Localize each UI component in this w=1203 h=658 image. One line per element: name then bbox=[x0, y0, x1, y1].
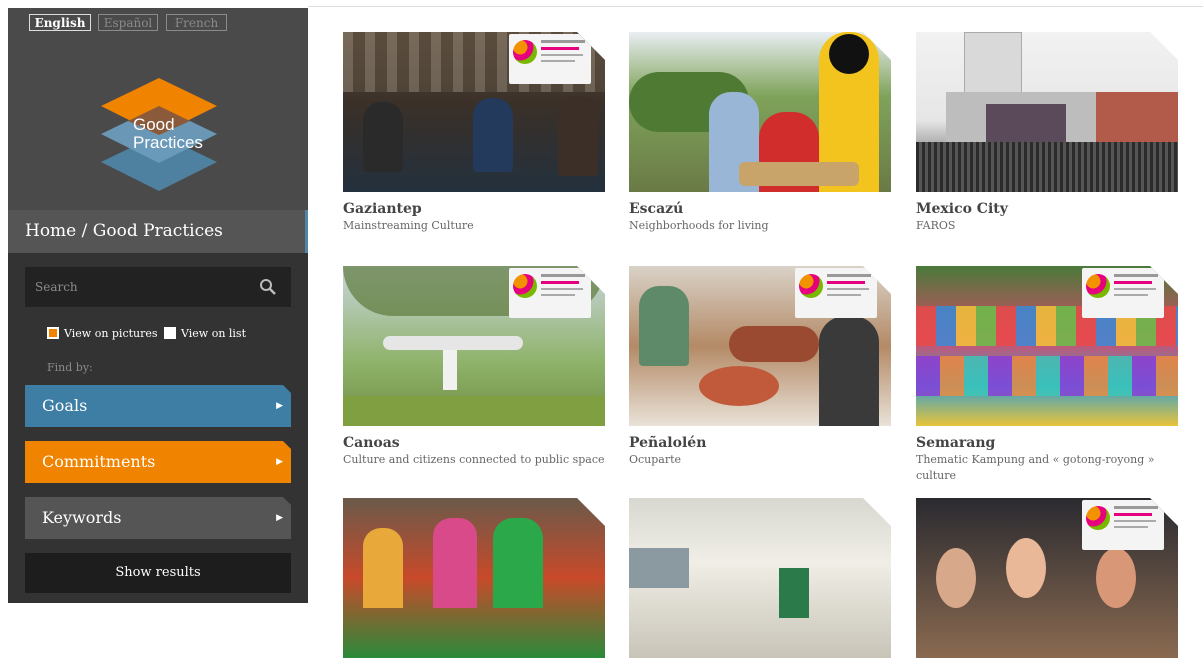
list-checkbox[interactable] bbox=[164, 327, 176, 339]
breadcrumb[interactable]: Home / Good Practices bbox=[8, 210, 308, 253]
practice-card-row3-2[interactable] bbox=[629, 498, 891, 658]
card-city: Escazú bbox=[629, 201, 684, 217]
filter-corner bbox=[283, 441, 291, 449]
filter-keywords-label: Keywords bbox=[42, 508, 122, 527]
award-badge bbox=[795, 268, 877, 318]
award-badge bbox=[1082, 500, 1164, 550]
sidebar: English Español French Good Practices Ho… bbox=[8, 8, 308, 603]
award-badge bbox=[509, 34, 591, 84]
practice-photo[interactable] bbox=[629, 266, 891, 426]
filter-keywords[interactable]: Keywords ▶ bbox=[25, 497, 291, 539]
card-city: Mexico City bbox=[916, 201, 1008, 217]
card-subtitle: FAROS bbox=[916, 219, 956, 232]
chevron-right-icon: ▶ bbox=[276, 401, 283, 411]
logo-text-good: Good bbox=[133, 115, 175, 134]
card-city: Gaziantep bbox=[343, 201, 422, 217]
practice-card-row3-1[interactable] bbox=[343, 498, 605, 658]
filter-goals-label: Goals bbox=[42, 396, 88, 415]
logo-text-practices: Practices bbox=[133, 133, 203, 152]
practice-photo[interactable] bbox=[343, 498, 605, 658]
filter-corner bbox=[283, 385, 291, 393]
filter-goals[interactable]: Goals ▶ bbox=[25, 385, 291, 427]
view-on-pictures-label: View on pictures bbox=[64, 326, 158, 340]
lang-espanol-button[interactable]: Español bbox=[98, 14, 158, 31]
top-divider bbox=[308, 6, 1203, 7]
logo-area: English Español French Good Practices bbox=[8, 8, 308, 210]
lang-english-button[interactable]: English bbox=[29, 14, 91, 31]
award-badge bbox=[1082, 268, 1164, 318]
filter-commitments-label: Commitments bbox=[42, 452, 156, 471]
practice-photo[interactable] bbox=[916, 266, 1178, 426]
chevron-right-icon: ▶ bbox=[276, 513, 283, 523]
practice-card-mexico-city[interactable]: Mexico City FAROS bbox=[916, 32, 1178, 234]
practice-photo[interactable] bbox=[916, 32, 1178, 192]
card-city: Peñalolén bbox=[629, 435, 707, 451]
card-city: Semarang bbox=[916, 435, 996, 451]
pictures-checkbox[interactable] bbox=[47, 327, 59, 339]
filter-corner bbox=[283, 497, 291, 505]
practice-photo[interactable] bbox=[343, 266, 605, 426]
card-subtitle: Culture and citizens connected to public… bbox=[343, 453, 605, 466]
practice-photo[interactable] bbox=[629, 32, 891, 192]
card-subtitle: Ocuparte bbox=[629, 453, 682, 466]
card-subtitle: Thematic Kampung and « gotong-royong » c… bbox=[916, 453, 1155, 482]
search-icon[interactable] bbox=[259, 278, 277, 296]
search-input[interactable] bbox=[25, 267, 255, 307]
lang-french-button[interactable]: French bbox=[166, 14, 227, 31]
filter-commitments[interactable]: Commitments ▶ bbox=[25, 441, 291, 483]
practice-photo[interactable] bbox=[343, 32, 605, 192]
card-subtitle: Mainstreaming Culture bbox=[343, 219, 474, 232]
show-results-button[interactable]: Show results bbox=[25, 553, 291, 593]
practice-card-penalolen[interactable]: Peñalolén Ocuparte bbox=[629, 266, 891, 468]
practice-card-semarang[interactable]: Semarang Thematic Kampung and « gotong-r… bbox=[916, 266, 1178, 484]
practice-photo[interactable] bbox=[916, 498, 1178, 658]
breadcrumb-label: Home / Good Practices bbox=[25, 221, 223, 241]
award-badge bbox=[509, 268, 591, 318]
card-city: Canoas bbox=[343, 435, 400, 451]
chevron-right-icon: ▶ bbox=[276, 457, 283, 467]
search-box bbox=[25, 267, 291, 307]
view-on-pictures-option[interactable]: View on pictures bbox=[47, 325, 158, 341]
view-on-list-label: View on list bbox=[181, 326, 246, 340]
good-practices-logo: Good Practices bbox=[101, 78, 217, 191]
practice-card-canoas[interactable]: Canoas Culture and citizens connected to… bbox=[343, 266, 605, 468]
view-on-list-option[interactable]: View on list bbox=[164, 325, 246, 341]
find-by-label: Find by: bbox=[47, 361, 93, 374]
practice-card-gaziantep[interactable]: Gaziantep Mainstreaming Culture bbox=[343, 32, 605, 234]
card-subtitle: Neighborhoods for living bbox=[629, 219, 769, 232]
practice-card-row3-3[interactable] bbox=[916, 498, 1178, 658]
practice-photo[interactable] bbox=[629, 498, 891, 658]
practice-card-escazu[interactable]: Escazú Neighborhoods for living bbox=[629, 32, 891, 234]
